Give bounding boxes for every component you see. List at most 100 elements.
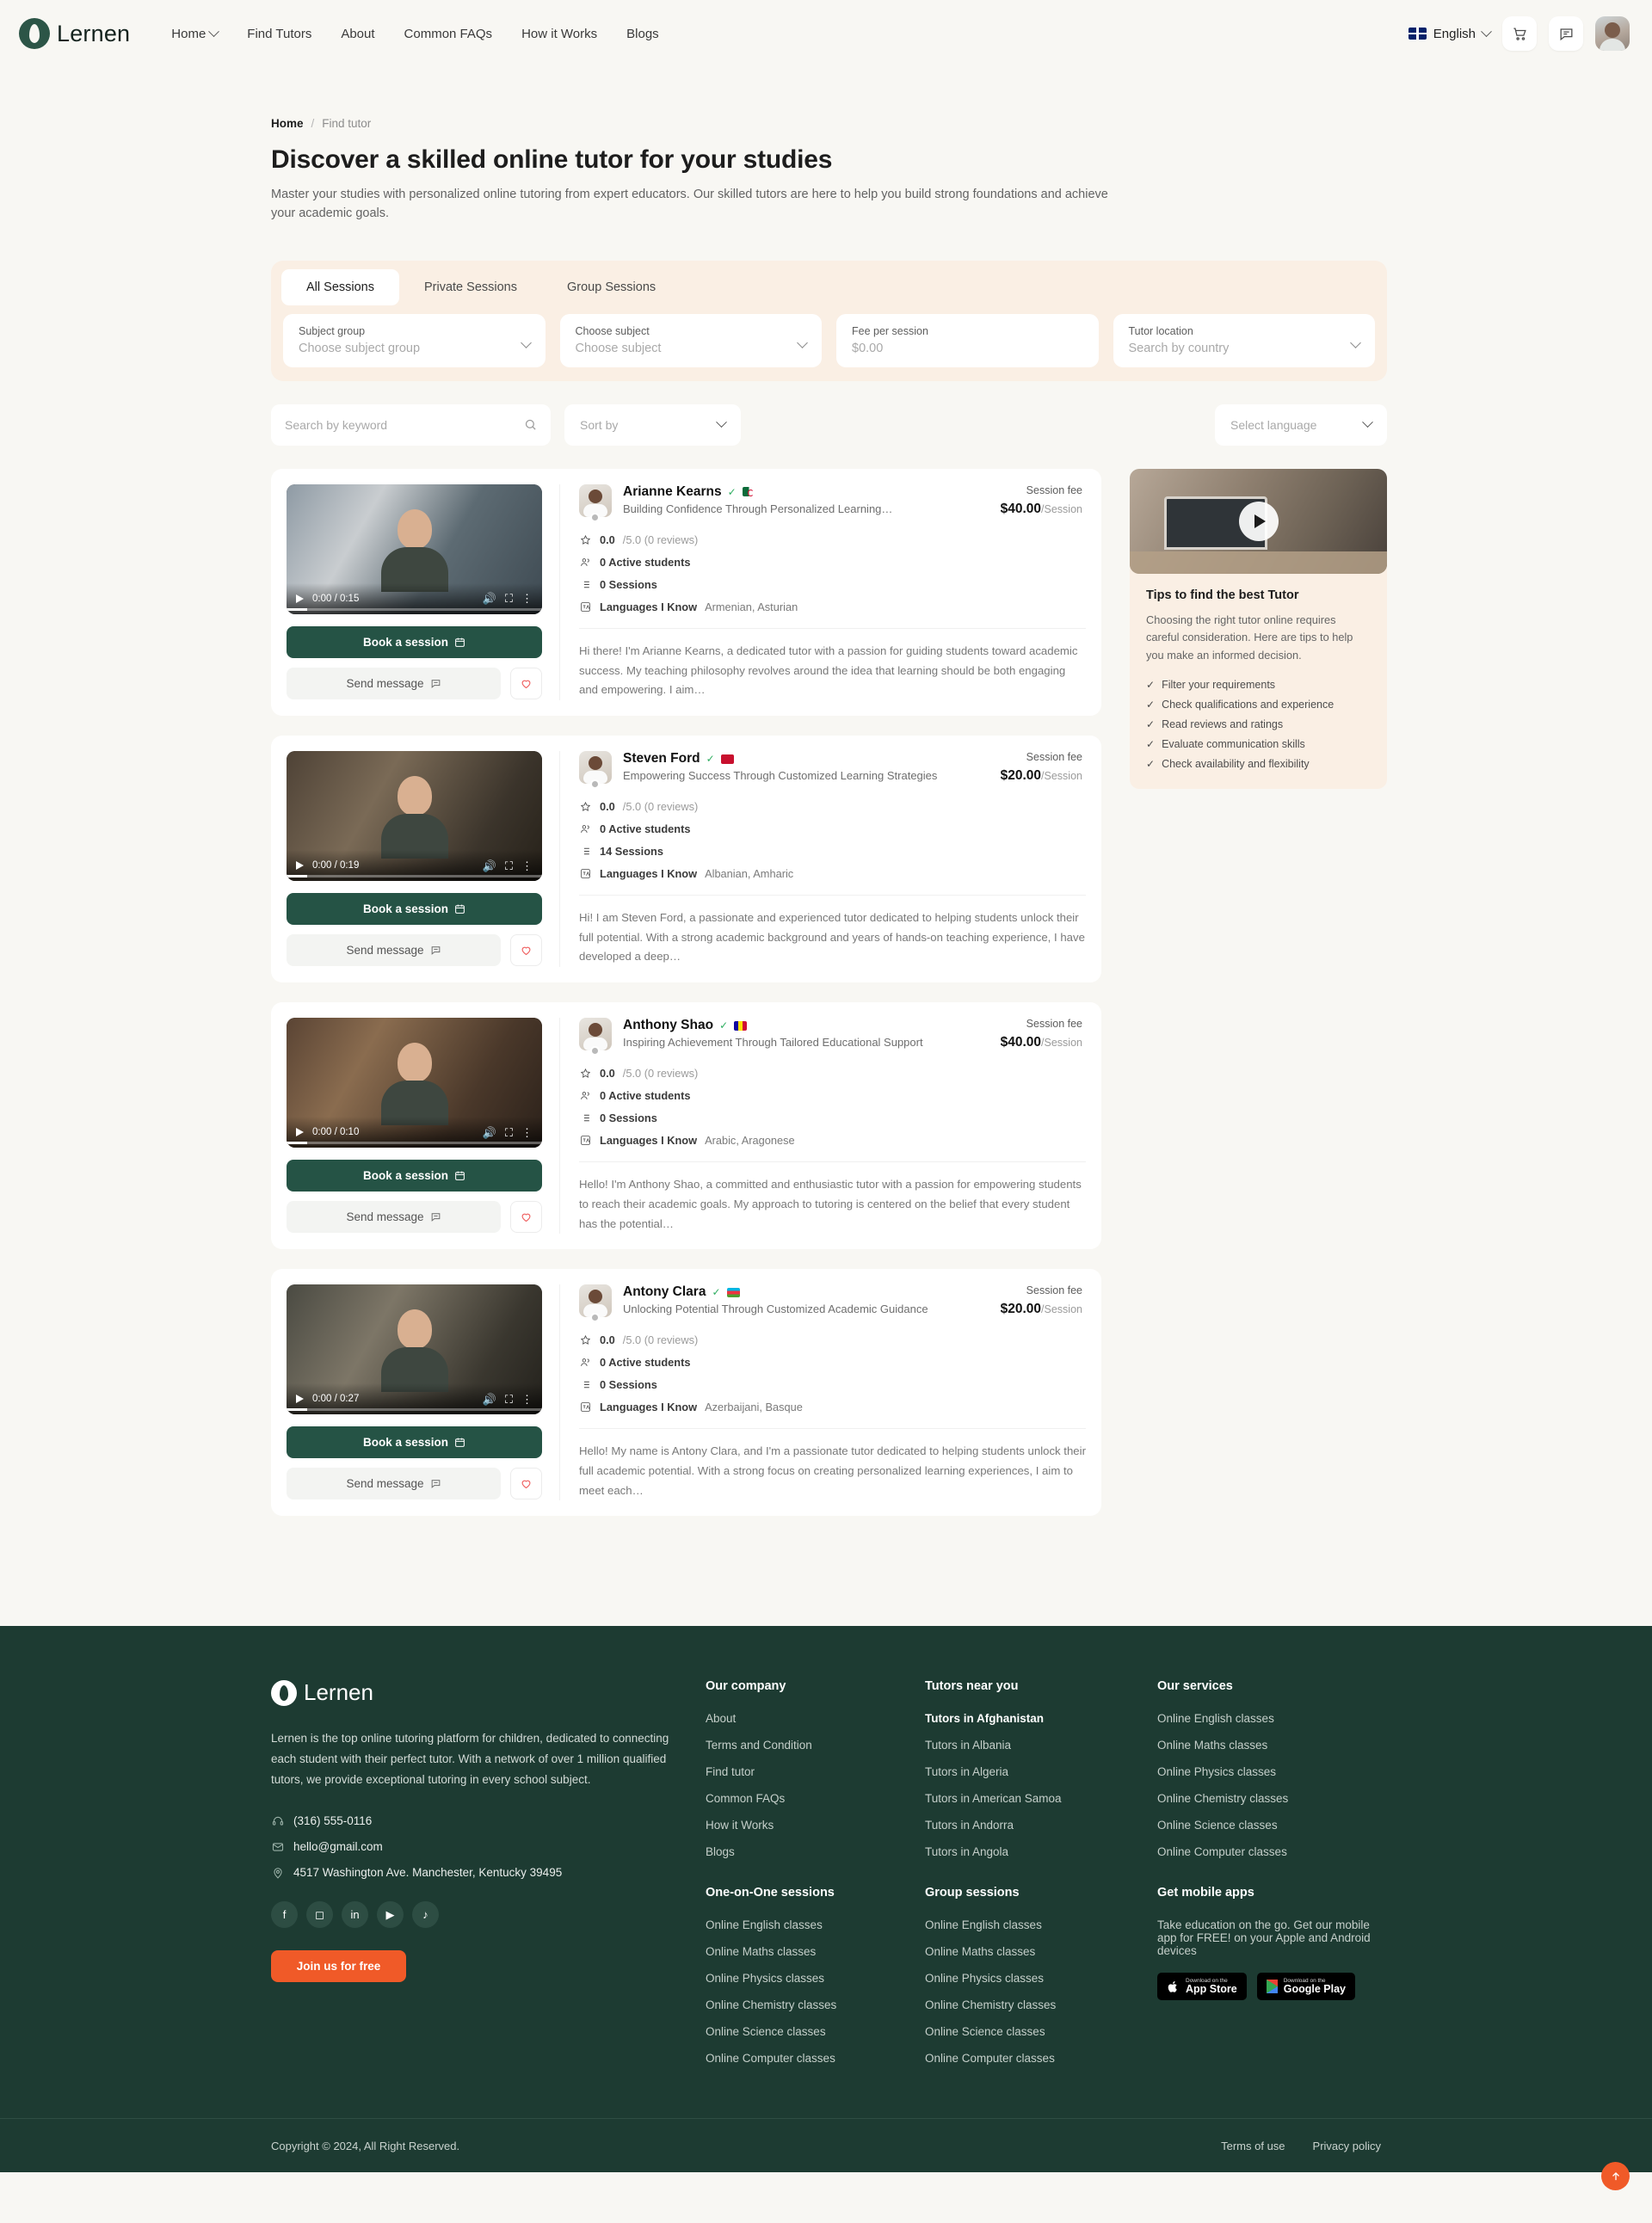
footer-link[interactable]: Tutors in Albania bbox=[925, 1739, 1157, 1752]
nav-item-common-faqs[interactable]: Common FAQs bbox=[404, 27, 493, 41]
favorite-button[interactable] bbox=[510, 1201, 542, 1234]
more-options-icon[interactable]: ⋮ bbox=[521, 593, 533, 604]
language-filter-select[interactable]: Select language bbox=[1215, 403, 1387, 446]
scroll-to-top-button[interactable] bbox=[1601, 2162, 1630, 2190]
send-message-button[interactable]: Send message bbox=[287, 1468, 501, 1500]
footer-link[interactable]: Terms and Condition bbox=[706, 1739, 925, 1752]
footer-link[interactable]: Online English classes bbox=[925, 1918, 1157, 1931]
footer-link[interactable]: Online English classes bbox=[706, 1918, 925, 1931]
nav-item-blogs[interactable]: Blogs bbox=[626, 27, 659, 41]
tutor-intro-video[interactable]: 0:00 / 0:19 🔊 ⛶ ⋮ bbox=[287, 751, 542, 882]
tutor-name[interactable]: Steven Ford bbox=[623, 751, 700, 767]
tab-all-sessions[interactable]: All Sessions bbox=[281, 268, 399, 305]
footer-phone[interactable]: (316) 555-0116 bbox=[271, 1814, 706, 1827]
favorite-button[interactable] bbox=[510, 1468, 542, 1500]
volume-icon[interactable]: 🔊 bbox=[483, 1127, 496, 1138]
play-icon[interactable] bbox=[296, 1128, 304, 1137]
more-options-icon[interactable]: ⋮ bbox=[521, 860, 533, 871]
tutor-avatar[interactable] bbox=[579, 1018, 612, 1056]
book-session-button[interactable]: Book a session bbox=[287, 893, 542, 926]
volume-icon[interactable]: 🔊 bbox=[483, 593, 496, 604]
search-input[interactable] bbox=[285, 417, 517, 432]
messages-button[interactable] bbox=[1549, 16, 1583, 51]
fullscreen-icon[interactable]: ⛶ bbox=[505, 1127, 513, 1138]
tab-group-sessions[interactable]: Group Sessions bbox=[542, 269, 681, 305]
more-options-icon[interactable]: ⋮ bbox=[521, 1127, 533, 1138]
tiktok-link[interactable]: ♪ bbox=[412, 1901, 439, 1929]
footer-link[interactable]: Tutors in Angola bbox=[925, 1845, 1157, 1858]
footer-link[interactable]: Online Science classes bbox=[1157, 1819, 1377, 1832]
tutor-avatar[interactable] bbox=[579, 1284, 612, 1323]
logo[interactable]: Lernen bbox=[19, 18, 130, 49]
breadcrumb-home[interactable]: Home bbox=[271, 117, 304, 130]
google-play-badge[interactable]: Download on the Google Play bbox=[1256, 1973, 1355, 2001]
footer-link[interactable]: Tutors in Afghanistan bbox=[925, 1712, 1157, 1725]
send-message-button[interactable]: Send message bbox=[287, 1201, 501, 1234]
fullscreen-icon[interactable]: ⛶ bbox=[505, 1394, 513, 1405]
footer-link[interactable]: Online Chemistry classes bbox=[1157, 1792, 1377, 1805]
footer-link[interactable]: Online Computer classes bbox=[706, 2052, 925, 2065]
terms-link[interactable]: Terms of use bbox=[1221, 2140, 1285, 2152]
footer-link[interactable]: Common FAQs bbox=[706, 1792, 925, 1805]
footer-link[interactable]: Online Maths classes bbox=[706, 1945, 925, 1958]
footer-link[interactable]: About bbox=[706, 1712, 925, 1725]
app-store-badge[interactable]: Download on the App Store bbox=[1157, 1973, 1247, 2001]
linkedin-link[interactable]: in bbox=[342, 1901, 368, 1929]
footer-logo[interactable]: Lernen bbox=[271, 1679, 706, 1706]
fullscreen-icon[interactable]: ⛶ bbox=[505, 593, 513, 604]
footer-link[interactable]: Online Computer classes bbox=[1157, 1845, 1377, 1858]
footer-link[interactable]: Blogs bbox=[706, 1845, 925, 1858]
cart-button[interactable] bbox=[1502, 16, 1537, 51]
language-selector[interactable]: English bbox=[1408, 25, 1492, 41]
youtube-link[interactable]: ▶ bbox=[377, 1901, 404, 1929]
send-message-button[interactable]: Send message bbox=[287, 934, 501, 967]
footer-link[interactable]: Online Computer classes bbox=[925, 2052, 1157, 2065]
footer-link[interactable]: Find tutor bbox=[706, 1765, 925, 1778]
footer-link[interactable]: Online English classes bbox=[1157, 1712, 1377, 1725]
nav-item-find-tutors[interactable]: Find Tutors bbox=[247, 27, 311, 41]
footer-link[interactable]: Online Maths classes bbox=[925, 1945, 1157, 1958]
favorite-button[interactable] bbox=[510, 667, 542, 699]
footer-email[interactable]: hello@gmail.com bbox=[271, 1840, 706, 1853]
filter-choose-subject[interactable]: Choose subject Choose subject bbox=[559, 313, 822, 367]
footer-link[interactable]: Online Chemistry classes bbox=[925, 1998, 1157, 2011]
footer-link[interactable]: Online Physics classes bbox=[706, 1972, 925, 1985]
footer-link[interactable]: Online Physics classes bbox=[925, 1972, 1157, 1985]
play-button[interactable] bbox=[1238, 501, 1279, 541]
video-progress-bar[interactable] bbox=[287, 1142, 542, 1145]
book-session-button[interactable]: Book a session bbox=[287, 625, 542, 658]
footer-link[interactable]: Online Science classes bbox=[706, 2025, 925, 2038]
fullscreen-icon[interactable]: ⛶ bbox=[505, 860, 513, 871]
book-session-button[interactable]: Book a session bbox=[287, 1426, 542, 1459]
search-box[interactable] bbox=[271, 403, 551, 446]
tips-video[interactable] bbox=[1130, 468, 1387, 574]
footer-link[interactable]: Tutors in Algeria bbox=[925, 1765, 1157, 1778]
footer-link[interactable]: Online Science classes bbox=[925, 2025, 1157, 2038]
tutor-avatar[interactable] bbox=[579, 751, 612, 790]
tutor-name[interactable]: Antony Clara bbox=[623, 1284, 706, 1300]
tutor-name[interactable]: Arianne Kearns bbox=[623, 484, 722, 500]
nav-item-home[interactable]: Home bbox=[171, 25, 220, 41]
nav-item-how-it-works[interactable]: How it Works bbox=[521, 27, 597, 41]
tutor-intro-video[interactable]: 0:00 / 0:27 🔊 ⛶ ⋮ bbox=[287, 1284, 542, 1415]
tutor-intro-video[interactable]: 0:00 / 0:10 🔊 ⛶ ⋮ bbox=[287, 1018, 542, 1148]
filter-fee-per-session[interactable]: Fee per session $0.00 bbox=[836, 313, 1099, 367]
footer-link[interactable]: Online Maths classes bbox=[1157, 1739, 1377, 1752]
play-icon[interactable] bbox=[296, 1395, 304, 1404]
tutor-avatar[interactable] bbox=[579, 483, 612, 522]
send-message-button[interactable]: Send message bbox=[287, 667, 501, 699]
more-options-icon[interactable]: ⋮ bbox=[521, 1394, 533, 1405]
filter-subject-group[interactable]: Subject group Choose subject group bbox=[283, 313, 546, 367]
avatar[interactable] bbox=[1595, 16, 1630, 51]
footer-link[interactable]: Tutors in American Samoa bbox=[925, 1792, 1157, 1805]
facebook-link[interactable]: f bbox=[271, 1901, 298, 1929]
favorite-button[interactable] bbox=[510, 934, 542, 967]
video-progress-bar[interactable] bbox=[287, 1408, 542, 1412]
book-session-button[interactable]: Book a session bbox=[287, 1160, 542, 1192]
play-icon[interactable] bbox=[296, 594, 304, 603]
footer-link[interactable]: Online Physics classes bbox=[1157, 1765, 1377, 1778]
filter-tutor-location[interactable]: Tutor location Search by country bbox=[1113, 313, 1375, 367]
footer-link[interactable]: Tutors in Andorra bbox=[925, 1819, 1157, 1832]
sort-by-select[interactable]: Sort by bbox=[564, 403, 741, 446]
tutor-name[interactable]: Anthony Shao bbox=[623, 1018, 713, 1033]
